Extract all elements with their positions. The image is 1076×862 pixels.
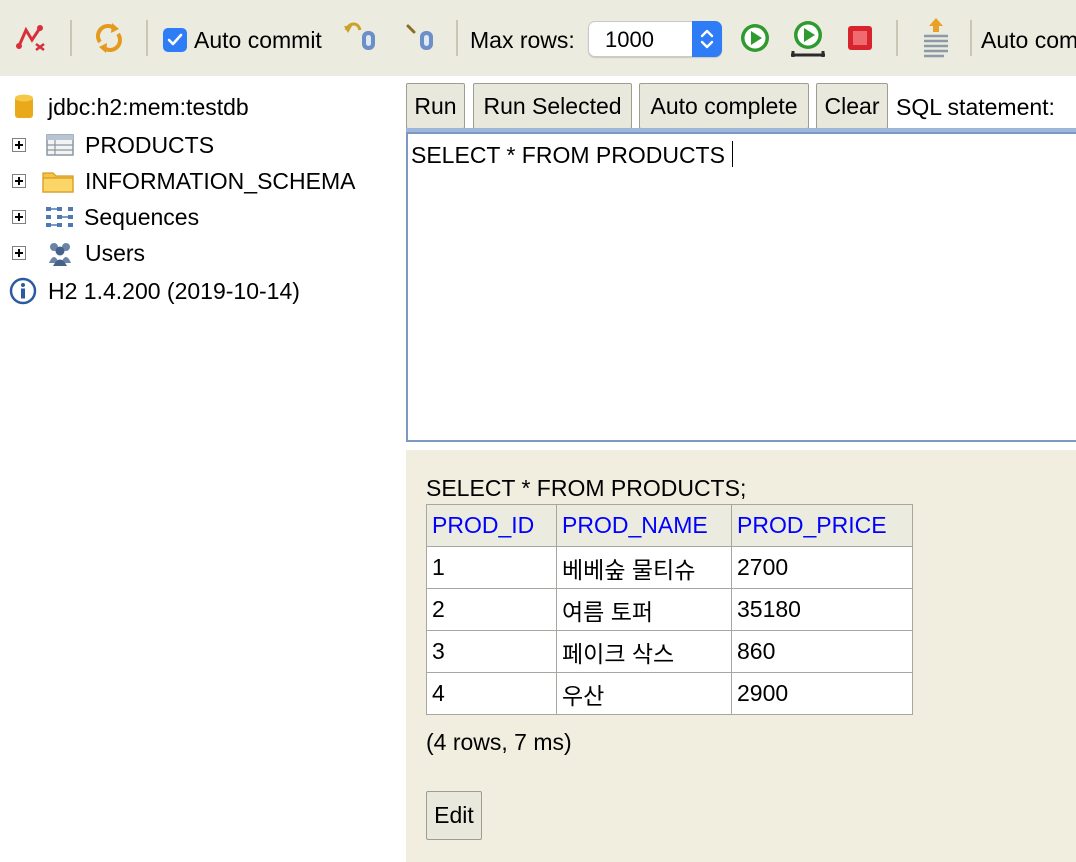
sql-statement-label: SQL statement: [896, 94, 1055, 120]
tree-item-sequences[interactable]: Sequences [12, 202, 199, 232]
auto-complete-button[interactable]: Auto complete [639, 83, 809, 129]
table-cell: 860 [731, 630, 913, 673]
chevron-updown-icon [692, 21, 722, 57]
tree-item-version: H2 1.4.200 (2019-10-14) [9, 276, 300, 306]
tree-label-products: PRODUCTS [85, 132, 215, 158]
run-selected-icon[interactable] [788, 19, 828, 59]
table-header-row: PROD_ID PROD_NAME PROD_PRICE [426, 504, 913, 547]
table-row: 1 베베숲 물티슈 2700 [426, 546, 913, 589]
tree-item-connection[interactable]: jdbc:h2:mem:testdb [12, 92, 249, 122]
refresh-icon[interactable] [92, 20, 126, 56]
toolbar-separator [70, 20, 72, 56]
table-cell: 2700 [731, 546, 913, 589]
max-rows-label: Max rows: [470, 27, 575, 53]
run-selected-button[interactable]: Run Selected [473, 83, 632, 129]
toolbar: Auto commit Max rows: 1000 Auto com [0, 0, 1076, 76]
table-cell: 1 [426, 546, 557, 589]
result-table: PROD_ID PROD_NAME PROD_PRICE 1 베베숲 물티슈 2… [426, 504, 913, 715]
auto-commit-label: Auto commit [194, 27, 322, 53]
text-caret [731, 141, 733, 167]
commit-icon[interactable] [400, 20, 438, 54]
auto-complete-label: Auto com [981, 27, 1076, 53]
table-cell: 페이크 삭스 [556, 630, 732, 673]
column-header[interactable]: PROD_PRICE [731, 504, 913, 547]
result-query: SELECT * FROM PRODUCTS; [426, 475, 747, 501]
expand-icon[interactable] [12, 138, 26, 152]
rollback-icon[interactable] [342, 20, 380, 54]
max-rows-value: 1000 [605, 27, 654, 52]
toolbar-separator [896, 20, 898, 56]
tree-item-products[interactable]: PRODUCTS [12, 130, 214, 160]
sql-editor-text: SELECT * FROM PRODUCTS [411, 142, 725, 168]
column-header[interactable]: PROD_ID [426, 504, 557, 547]
table-row: 3 페이크 삭스 860 [426, 630, 913, 673]
column-header[interactable]: PROD_NAME [556, 504, 732, 547]
table-cell: 4 [426, 672, 557, 715]
run-button[interactable]: Run [406, 83, 465, 129]
table-cell: 여름 토퍼 [556, 588, 732, 631]
auto-commit-checkbox[interactable] [163, 28, 187, 52]
toolbar-separator [970, 20, 972, 56]
table-cell: 베베숲 물티슈 [556, 546, 732, 589]
max-rows-select[interactable]: 1000 [588, 21, 722, 57]
stop-icon[interactable] [845, 23, 875, 53]
tree-item-information-schema[interactable]: INFORMATION_SCHEMA [12, 166, 355, 196]
history-icon[interactable] [918, 16, 954, 58]
table-row: 2 여름 토퍼 35180 [426, 588, 913, 631]
table-cell: 2 [426, 588, 557, 631]
edit-button[interactable]: Edit [426, 791, 482, 840]
sql-editor[interactable]: SELECT * FROM PRODUCTS [406, 132, 1076, 442]
folder-icon [42, 172, 74, 193]
tree-item-users[interactable]: Users [12, 238, 145, 268]
tree-label-sequences: Sequences [84, 204, 200, 230]
users-icon [49, 243, 71, 266]
table-cell: 35180 [731, 588, 913, 631]
toolbar-separator [456, 20, 458, 56]
disconnect-icon[interactable] [14, 22, 48, 54]
table-cell: 우산 [556, 672, 732, 715]
toolbar-separator [146, 20, 148, 56]
table-row: 4 우산 2900 [426, 672, 913, 715]
database-icon [15, 94, 33, 118]
connection-url: jdbc:h2:mem:testdb [48, 94, 249, 120]
table-cell: 2900 [731, 672, 913, 715]
tree-label-users: Users [85, 240, 146, 266]
checkmark-icon [167, 33, 183, 46]
table-icon [46, 134, 74, 156]
version-label: H2 1.4.200 (2019-10-14) [48, 278, 300, 304]
result-summary: (4 rows, 7 ms) [426, 729, 572, 755]
tree-label-information-schema: INFORMATION_SCHEMA [85, 168, 356, 194]
table-cell: 3 [426, 630, 557, 673]
expand-icon[interactable] [12, 174, 26, 188]
results-panel: SELECT * FROM PRODUCTS; PROD_ID PROD_NAM… [406, 450, 1076, 862]
clear-button[interactable]: Clear [816, 83, 888, 129]
sequences-icon [46, 207, 73, 227]
run-icon[interactable] [738, 21, 772, 55]
info-icon [9, 277, 37, 305]
expand-icon[interactable] [12, 210, 26, 224]
expand-icon[interactable] [12, 246, 26, 260]
